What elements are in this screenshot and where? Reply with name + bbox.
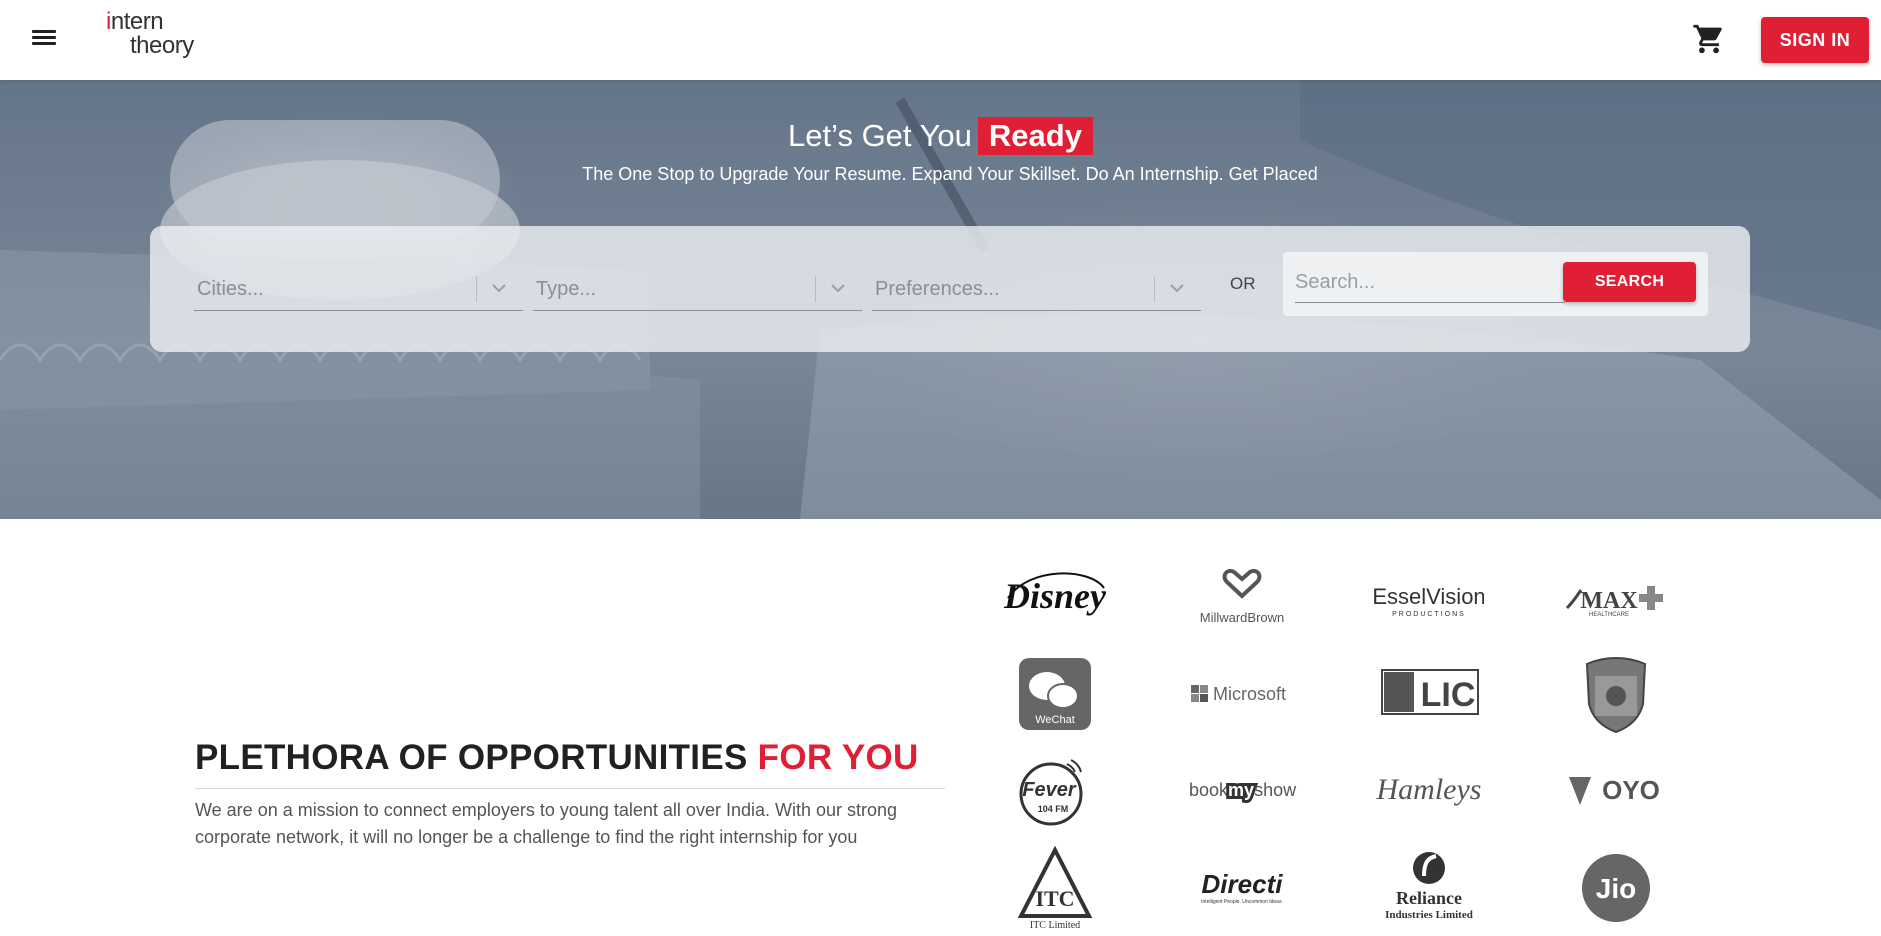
site-logo[interactable]: intern theory [106,8,206,66]
or-separator: OR [1230,274,1256,293]
svg-text:Disney: Disney [1003,576,1107,616]
hero-subtitle: The One Stop to Upgrade Your Resume. Exp… [582,164,1318,184]
svg-text:Hamleys: Hamleys [1376,773,1482,806]
svg-text:Reliance: Reliance [1396,888,1462,908]
preferences-placeholder: Preferences... [875,278,1000,300]
svg-text:Jio: Jio [1596,873,1636,904]
svg-text:HEALTHCARE: HEALTHCARE [1589,612,1629,618]
svg-text:Intelligent People. Uncommon I: Intelligent People. Uncommon Ideas. [1201,899,1283,905]
chevron-down-icon [831,284,845,293]
esselvision-logo: EsselVision PRODUCTIONS [1374,556,1484,640]
bookmyshow-logo: bookmyshow [1187,748,1297,832]
search-button[interactable]: SEARCH [1563,262,1696,302]
logo-word-theory: theory [130,32,194,59]
chevron-down-icon [492,284,506,293]
search-box: SEARCH [1283,252,1708,316]
itc-logo: ITC ITC Limited [1000,846,1110,930]
svg-text:bookmyshow: bookmyshow [1189,780,1297,800]
hero-banner: Let’s Get You Ready The One Stop to Upgra… [0,80,1881,519]
microsoft-logo: Microsoft [1187,652,1297,736]
svg-text:Directi: Directi [1202,869,1284,899]
wechat-logo: WeChat [1000,652,1110,736]
fever-fm-logo: Fever 104 FM [1000,748,1110,832]
millwardbrown-logo: MillwardBrown [1187,556,1297,640]
oyo-logo: OYO [1561,748,1671,832]
opportunities-heading-main: PLETHORA OF OPPORTUNITIES [195,738,748,777]
svg-text:Microsoft: Microsoft [1213,684,1286,704]
svg-text:LIC: LIC [1421,676,1476,714]
hero-title-prefix: Let’s Get You [788,118,972,153]
svg-text:Industries Limited: Industries Limited [1385,909,1473,921]
reliance-logo: Reliance Industries Limited [1374,846,1484,930]
hero-title: Let’s Get You Ready [0,117,1881,155]
svg-text:104 FM: 104 FM [1038,804,1069,814]
chevron-down-icon [1170,284,1184,293]
svg-text:EsselVision: EsselVision [1374,584,1484,609]
svg-text:ITC: ITC [1035,886,1074,911]
opportunities-heading: PLETHORA OF OPPORTUNITIES FOR YOU [195,738,919,778]
search-input[interactable] [1295,262,1565,303]
logo-word-intern: ntern [110,8,164,35]
lic-logo: LIC [1374,652,1484,736]
opportunities-heading-accent: FOR YOU [757,738,919,777]
type-select[interactable]: Type... [533,266,862,311]
preferences-select[interactable]: Preferences... [872,266,1201,311]
divider [195,788,945,789]
cities-select[interactable]: Cities... [194,266,523,311]
svg-text:OYO: OYO [1602,775,1660,805]
svg-text:ITC Limited: ITC Limited [1030,920,1080,930]
disney-logo: Disney [1000,556,1110,640]
svg-text:WeChat: WeChat [1035,714,1075,726]
top-navbar: intern theory SIGN IN [0,0,1881,80]
directi-logo: Directi Intelligent People. Uncommon Ide… [1187,846,1297,930]
porsche-logo [1561,652,1671,736]
type-placeholder: Type... [536,278,597,300]
max-healthcare-logo: MAX HEALTHCARE [1561,556,1671,640]
svg-text:Fever: Fever [1022,779,1077,801]
cities-placeholder: Cities... [197,278,264,300]
shopping-cart-icon[interactable] [1692,22,1726,56]
hamburger-menu-icon[interactable] [30,27,58,51]
svg-text:MAX: MAX [1580,588,1638,614]
search-panel: Cities... Type... Preferences... OR SEAR… [150,226,1750,352]
sign-in-button[interactable]: SIGN IN [1761,17,1869,63]
opportunities-description: We are on a mission to connect employers… [195,800,898,847]
hamleys-logo: Hamleys [1374,748,1484,832]
svg-text:MillwardBrown: MillwardBrown [1200,610,1285,625]
hero-title-highlight: Ready [977,117,1093,155]
svg-text:PRODUCTIONS: PRODUCTIONS [1392,611,1466,618]
jio-logo: Jio [1561,846,1671,930]
